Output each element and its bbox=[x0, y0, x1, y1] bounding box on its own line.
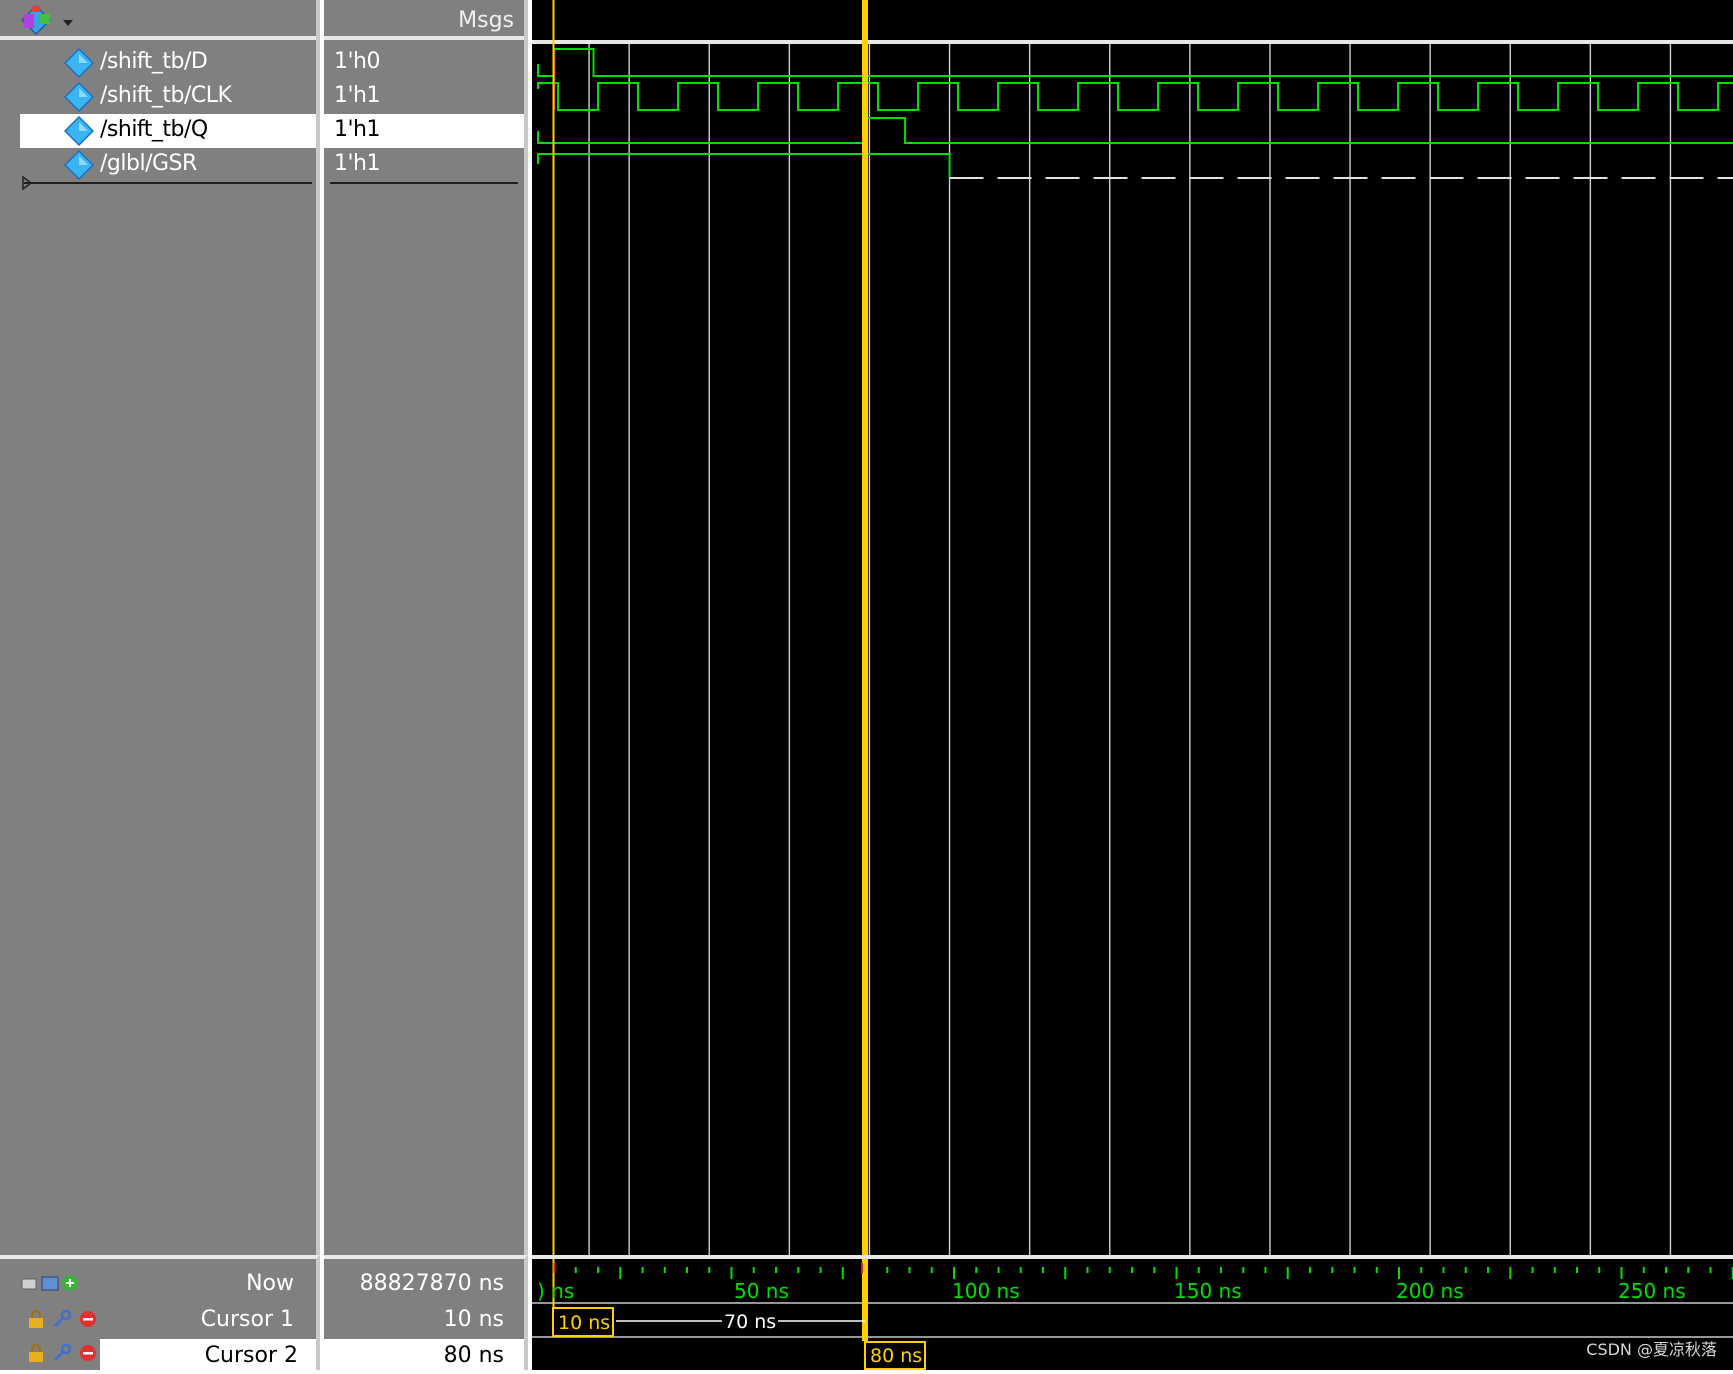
timeline-pane[interactable]: ) ns 50 ns 100 ns 150 ns 200 ns 250 ns 1… bbox=[532, 1255, 1733, 1370]
value-row-gsr[interactable]: 1'h1 bbox=[324, 148, 524, 182]
wave-header-divider bbox=[532, 40, 1733, 44]
now-label: Now bbox=[246, 1271, 294, 1296]
signal-row-clk[interactable]: /shift_tb/CLK bbox=[20, 80, 316, 114]
cursor1-value: 10 ns bbox=[443, 1307, 504, 1332]
value-row-q[interactable]: 1'h1 bbox=[324, 114, 524, 148]
signal-row-q[interactable]: /shift_tb/Q bbox=[20, 114, 316, 148]
signal-list: /shift_tb/D /shift_tb/CLK /shift_tb/Q /g… bbox=[20, 44, 316, 184]
wave-d bbox=[537, 48, 1733, 77]
time-label-50: 50 ns bbox=[734, 1279, 789, 1303]
signal-diamond-icon bbox=[64, 116, 94, 146]
insertion-marker-icon bbox=[22, 176, 32, 190]
now-toolbar-icon[interactable] bbox=[20, 1273, 80, 1293]
signal-value: 1'h1 bbox=[334, 83, 381, 108]
signal-name: /shift_tb/D bbox=[100, 49, 208, 74]
cursor1-label: Cursor 1 bbox=[200, 1307, 294, 1332]
wave-gsr bbox=[537, 153, 951, 178]
cursor2-value: 80 ns bbox=[443, 1343, 504, 1368]
cursor2-value-cell[interactable]: 80 ns bbox=[324, 1339, 524, 1374]
signal-value: 1'h1 bbox=[334, 151, 381, 176]
signal-value: 1'h0 bbox=[334, 49, 381, 74]
remove-cursor-icon[interactable] bbox=[78, 1343, 98, 1363]
signal-value-panel: Msgs 1'h0 1'h1 1'h1 1'h1 bbox=[324, 0, 528, 1255]
list-end-divider bbox=[24, 182, 312, 184]
wave-clk bbox=[537, 82, 1733, 111]
cursor2-time-tag[interactable]: 80 ns bbox=[864, 1341, 926, 1370]
value-panel-header: Msgs bbox=[324, 0, 524, 40]
remove-cursor-icon[interactable] bbox=[78, 1309, 98, 1329]
timeline-svg bbox=[532, 1259, 1733, 1341]
signal-row-d[interactable]: /shift_tb/D bbox=[20, 46, 316, 80]
value-list: 1'h0 1'h1 1'h1 1'h1 bbox=[324, 44, 524, 184]
wave-q bbox=[537, 117, 1733, 144]
cursor-2-line bbox=[862, 0, 868, 1255]
lock-icon[interactable] bbox=[26, 1309, 46, 1329]
wrench-icon[interactable] bbox=[52, 1309, 72, 1329]
cursor2-selected-row[interactable]: Cursor 2 bbox=[100, 1339, 316, 1374]
time-label-200: 200 ns bbox=[1396, 1279, 1464, 1303]
wrench-icon[interactable] bbox=[52, 1343, 72, 1363]
cursor1-time-tag-text: 10 ns bbox=[558, 1312, 611, 1334]
cursor-name-panel: Now Cursor 1 Cursor 2 bbox=[0, 1255, 320, 1374]
chevron-down-icon[interactable] bbox=[62, 18, 74, 28]
msgs-label: Msgs bbox=[458, 8, 514, 33]
signal-name: /glbl/GSR bbox=[100, 151, 197, 176]
cursor2-label: Cursor 2 bbox=[204, 1343, 298, 1368]
waveform-svg bbox=[532, 0, 1733, 1255]
signal-name: /shift_tb/CLK bbox=[100, 83, 232, 108]
signal-row-gsr[interactable]: /glbl/GSR bbox=[20, 148, 316, 182]
signal-diamond-icon bbox=[64, 48, 94, 78]
signal-diamond-icon bbox=[64, 82, 94, 112]
wave-menu-icon[interactable] bbox=[20, 4, 56, 36]
waveform-canvas[interactable] bbox=[532, 0, 1733, 1255]
cursor-delta: 70 ns bbox=[722, 1311, 779, 1333]
time-label-100: 100 ns bbox=[952, 1279, 1020, 1303]
now-value: 88827870 ns bbox=[359, 1271, 504, 1296]
signal-name: /shift_tb/Q bbox=[100, 117, 208, 142]
value-row-clk[interactable]: 1'h1 bbox=[324, 80, 524, 114]
cursor2-time-tag-text: 80 ns bbox=[870, 1345, 923, 1367]
cursor-value-panel: 88827870 ns 10 ns 80 ns bbox=[324, 1255, 528, 1374]
lock-icon[interactable] bbox=[26, 1343, 46, 1363]
list-end-divider bbox=[330, 182, 518, 184]
value-row-d[interactable]: 1'h0 bbox=[324, 46, 524, 80]
watermark: CSDN @夏凉秋落 bbox=[1586, 1340, 1717, 1359]
signal-value: 1'h1 bbox=[334, 117, 381, 142]
signal-name-panel: /shift_tb/D /shift_tb/CLK /shift_tb/Q /g… bbox=[0, 0, 320, 1255]
name-panel-header bbox=[0, 0, 316, 40]
signal-diamond-icon bbox=[64, 150, 94, 180]
time-label-150: 150 ns bbox=[1174, 1279, 1242, 1303]
cursor1-time-tag[interactable]: 10 ns bbox=[552, 1307, 614, 1337]
time-label-0: ) ns bbox=[537, 1279, 575, 1303]
time-label-250: 250 ns bbox=[1618, 1279, 1686, 1303]
